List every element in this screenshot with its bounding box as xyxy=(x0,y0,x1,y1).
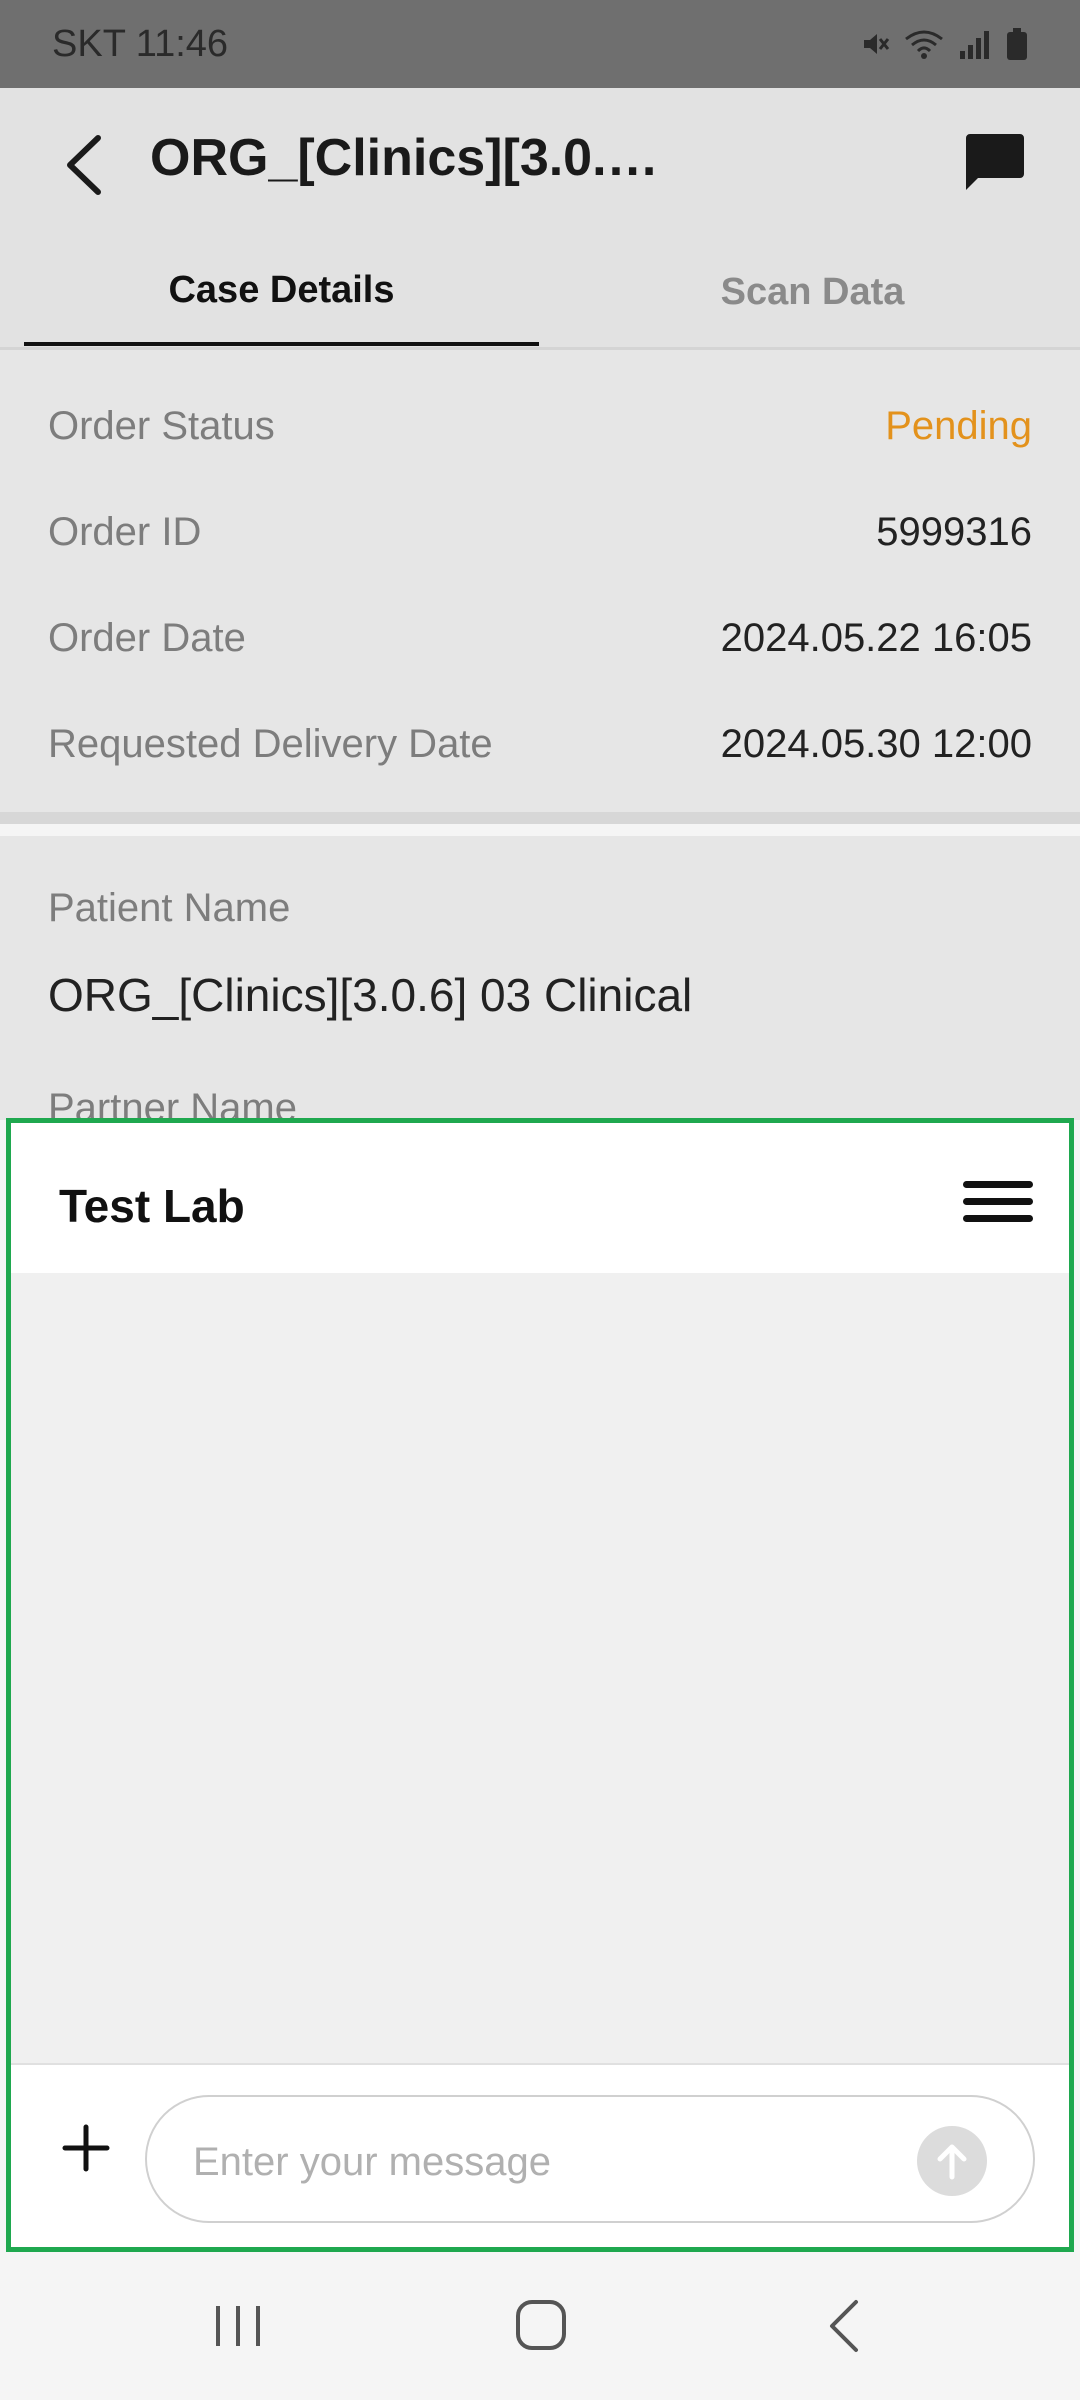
status-carrier-time: SKT 11:46 xyxy=(52,22,229,65)
order-id-row: Order ID 5999316 xyxy=(48,502,1032,562)
system-nav-bar xyxy=(0,2252,1080,2400)
home-button[interactable] xyxy=(506,2296,576,2356)
chat-message-area xyxy=(11,1273,1069,2065)
menu-button[interactable] xyxy=(963,1181,1033,1231)
chat-title: Test Lab xyxy=(59,1180,245,1232)
order-info-section: Order Status Pending Order ID 5999316 Or… xyxy=(0,350,1080,824)
hamburger-menu-icon xyxy=(963,1181,1033,1222)
patient-section: Patient Name ORG_[Clinics][3.0.6] 03 Cli… xyxy=(0,836,1080,1130)
patient-name-label: Patient Name xyxy=(48,886,291,930)
tab-scan-data[interactable]: Scan Data xyxy=(555,238,1070,346)
battery-icon xyxy=(1007,28,1027,60)
recent-apps-icon xyxy=(216,2306,260,2346)
chevron-left-icon xyxy=(830,2300,858,2352)
system-back-button[interactable] xyxy=(810,2296,880,2356)
chat-panel: Test Lab xyxy=(6,1118,1074,2252)
back-arrow-icon xyxy=(67,135,101,195)
status-bar: SKT 11:46 xyxy=(0,0,1080,88)
chat-button[interactable] xyxy=(958,128,1028,198)
order-date-label: Order Date xyxy=(48,615,246,660)
mute-icon xyxy=(864,34,890,54)
send-button[interactable] xyxy=(917,2126,987,2196)
signal-icon xyxy=(960,31,989,59)
tab-bar: Case Details Scan Data xyxy=(0,238,1080,350)
patient-name-value: ORG_[Clinics][3.0.6] 03 Clinical xyxy=(48,969,693,1021)
delivery-date-label: Requested Delivery Date xyxy=(48,721,493,766)
order-id-label: Order ID xyxy=(48,509,202,554)
app-bar: ORG_[Clinics][3.0.6... xyxy=(0,88,1080,238)
wifi-icon xyxy=(905,30,943,59)
page-title: ORG_[Clinics][3.0.6... xyxy=(150,129,670,187)
attach-button[interactable] xyxy=(61,2123,111,2173)
order-status-badge: Pending xyxy=(885,403,1032,448)
chat-bubble-icon xyxy=(966,134,1024,190)
delivery-date-value: 2024.05.30 12:00 xyxy=(720,721,1032,766)
order-date-row: Order Date 2024.05.22 16:05 xyxy=(48,608,1032,668)
tab-case-details[interactable]: Case Details xyxy=(24,238,539,346)
status-icons xyxy=(860,28,1028,60)
order-status-row: Order Status Pending xyxy=(48,396,1032,456)
delivery-date-row: Requested Delivery Date 2024.05.30 12:00 xyxy=(48,714,1032,774)
back-button[interactable] xyxy=(56,130,116,200)
home-icon xyxy=(516,2300,566,2350)
arrow-up-icon xyxy=(937,2144,967,2180)
chat-header: Test Lab xyxy=(11,1123,1069,1273)
plus-icon xyxy=(62,2124,110,2172)
message-input[interactable] xyxy=(191,2131,895,2193)
chat-input-bar xyxy=(11,2063,1069,2247)
order-id-value: 5999316 xyxy=(876,509,1032,554)
order-date-value: 2024.05.22 16:05 xyxy=(720,615,1032,660)
recent-apps-button[interactable] xyxy=(204,2296,274,2356)
message-input-container xyxy=(145,2095,1035,2223)
order-status-label: Order Status xyxy=(48,403,275,448)
